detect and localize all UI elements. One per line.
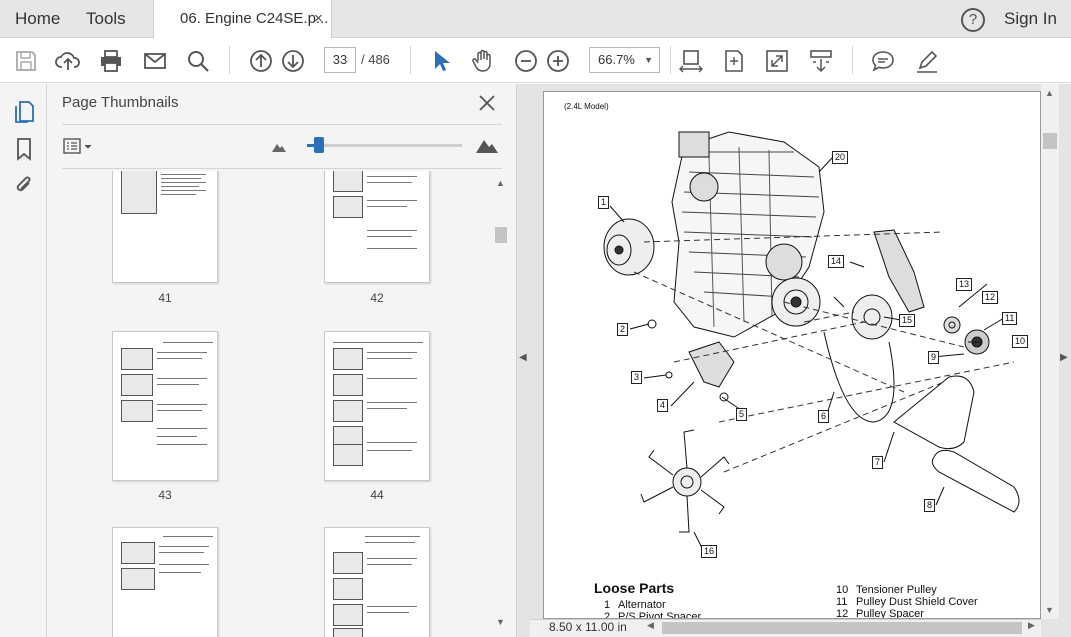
toolbar-divider <box>410 46 411 74</box>
expand-right-pane-icon[interactable]: ▶ <box>1060 352 1068 363</box>
callout-10: 10 <box>1012 335 1029 348</box>
upload-cloud-icon[interactable] <box>55 48 81 74</box>
scroll-left-icon[interactable]: ◀ <box>647 620 654 631</box>
thumbnail-options-icon[interactable] <box>63 137 95 155</box>
full-screen-icon[interactable] <box>764 48 790 74</box>
close-tab-icon[interactable]: × <box>314 0 323 38</box>
callout-8: 8 <box>924 499 936 512</box>
page-thumbnail[interactable] <box>112 171 218 283</box>
thumbnail-page-number: 41 <box>158 291 172 305</box>
callout-9: 9 <box>928 351 940 364</box>
fit-page-icon[interactable] <box>721 48 747 74</box>
scroll-up-icon[interactable]: ▲ <box>1045 88 1054 98</box>
panel-divider <box>62 124 502 125</box>
menu-tools[interactable]: Tools <box>86 0 126 38</box>
sign-in-link[interactable]: Sign In <box>1004 0 1057 38</box>
callout-4: 4 <box>657 399 669 412</box>
search-icon[interactable] <box>185 48 211 74</box>
callout-12: 12 <box>982 291 999 304</box>
callout-2: 2 <box>617 323 629 336</box>
bookmark-icon[interactable] <box>13 136 35 162</box>
close-panel-icon[interactable] <box>478 94 496 112</box>
print-icon[interactable] <box>98 48 124 74</box>
thumbnails-list: 41 42 43 44 <box>62 171 502 637</box>
callout-16: 16 <box>701 545 718 558</box>
page-thumbnail[interactable] <box>324 331 430 481</box>
navigation-rail <box>0 84 47 637</box>
callout-14: 14 <box>828 255 845 268</box>
callout-5: 5 <box>736 408 748 421</box>
callout-1: 1 <box>598 196 610 209</box>
horizontal-scrollbar-thumb[interactable] <box>662 622 1022 634</box>
zoom-in-icon[interactable] <box>545 48 571 74</box>
callout-11: 11 <box>1002 312 1018 325</box>
chevron-down-icon: ▼ <box>644 55 653 65</box>
zoom-level-select[interactable]: 66.7% ▼ <box>589 47 660 73</box>
comment-icon[interactable] <box>870 48 896 74</box>
toolbar-divider <box>670 46 671 74</box>
scroll-down-icon[interactable]: ▼ <box>1045 605 1054 615</box>
thumbnails-panel-title: Page Thumbnails <box>62 94 179 111</box>
panel-divider <box>62 168 502 169</box>
parts-list-item: 10 Tensioner Pulley <box>836 584 937 596</box>
zoom-out-icon[interactable] <box>513 48 539 74</box>
page-size-label: 8.50 x 11.00 in <box>549 620 627 634</box>
scroll-mode-icon[interactable] <box>808 48 834 74</box>
page-thumbnails-icon[interactable] <box>12 99 36 125</box>
thumbnail-page-number: 43 <box>158 488 172 502</box>
toolbar-divider <box>229 46 230 74</box>
callout-15: 15 <box>899 314 916 327</box>
thumbnail-size-slider[interactable] <box>314 137 324 153</box>
callout-7: 7 <box>872 456 884 469</box>
callout-6: 6 <box>818 410 830 423</box>
callout-13: 13 <box>956 278 973 291</box>
parts-list-item: 11 Pulley Dust Shield Cover <box>836 596 978 608</box>
page-thumbnail[interactable] <box>324 527 430 637</box>
page-total-label: / 486 <box>361 52 390 67</box>
scroll-up-icon[interactable]: ▲ <box>496 178 505 188</box>
document-scrollbar-thumb[interactable] <box>1043 133 1057 149</box>
large-thumbnail-icon[interactable] <box>475 136 499 154</box>
thumbnail-page-number: 44 <box>370 488 384 502</box>
thumbnail-page-number: 42 <box>370 291 384 305</box>
fit-width-icon[interactable] <box>678 48 704 74</box>
hand-tool-icon[interactable] <box>470 48 496 74</box>
thumbnails-scrollbar-thumb[interactable] <box>495 227 507 243</box>
small-thumbnail-icon[interactable] <box>271 141 287 153</box>
parts-list-item: 1 Alternator <box>604 599 666 611</box>
menu-home[interactable]: Home <box>15 0 60 38</box>
parts-list-left: 1 Alternator 2 P/S Pivot Spacer <box>604 599 702 619</box>
parts-list-item: 12 Pulley Spacer <box>836 608 924 619</box>
pdf-page: (2.4L Model) 1 2 3 4 5 6 7 8 9 10 11 12 … <box>543 91 1041 619</box>
callout-3: 3 <box>631 371 643 384</box>
save-icon[interactable] <box>13 48 39 74</box>
scroll-right-icon[interactable]: ▶ <box>1028 620 1035 631</box>
page-thumbnail[interactable] <box>112 527 218 637</box>
page-number-input[interactable]: 33 <box>324 47 356 73</box>
page-thumbnail[interactable] <box>324 171 430 283</box>
thumbnail-size-track[interactable] <box>307 144 462 147</box>
highlight-pen-icon[interactable] <box>914 48 940 74</box>
collapse-left-pane-icon[interactable]: ◀ <box>519 352 527 363</box>
document-scrollbar[interactable] <box>1041 84 1059 619</box>
callout-20: 20 <box>832 151 849 164</box>
document-tab-title: 06. Engine C24SE.p... <box>180 10 329 27</box>
page-thumbnail[interactable] <box>112 331 218 481</box>
scroll-down-icon[interactable]: ▼ <box>496 617 505 627</box>
attachment-icon[interactable] <box>12 172 36 198</box>
help-icon[interactable]: ? <box>961 8 985 32</box>
parts-list-right: 10 Tensioner Pulley 11 Pulley Dust Shield … <box>836 584 978 619</box>
email-icon[interactable] <box>142 48 168 74</box>
parts-list-item: 2 P/S Pivot Spacer <box>604 611 702 619</box>
select-cursor-icon[interactable] <box>428 48 454 74</box>
next-page-icon[interactable] <box>280 48 306 74</box>
zoom-level-value: 66.7% <box>598 52 635 67</box>
document-tab[interactable]: 06. Engine C24SE.p... × <box>153 0 332 39</box>
toolbar-divider <box>852 46 853 74</box>
previous-page-icon[interactable] <box>248 48 274 74</box>
loose-parts-heading: Loose Parts <box>594 580 675 596</box>
